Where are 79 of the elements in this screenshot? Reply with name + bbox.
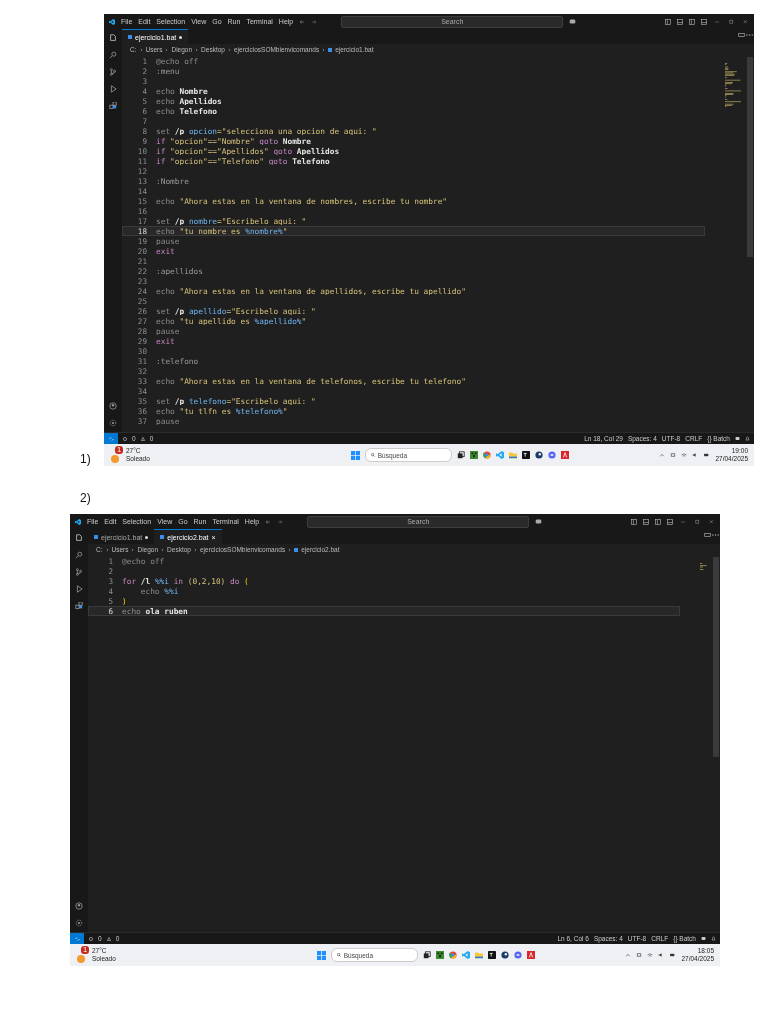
layout-icon[interactable] [667, 518, 673, 525]
wifi-icon[interactable] [681, 452, 688, 458]
file-icon [128, 35, 132, 39]
back-icon[interactable] [265, 518, 272, 525]
layout-icon[interactable] [643, 518, 649, 525]
search-icon[interactable] [75, 551, 83, 559]
pdf-icon[interactable] [560, 451, 569, 459]
warning-icon[interactable] [106, 936, 111, 941]
layout-icon[interactable] [655, 518, 661, 525]
file-icon [328, 47, 333, 52]
sun-icon [110, 452, 120, 463]
layout-icon[interactable] [701, 18, 707, 25]
warning-icon[interactable] [140, 436, 145, 441]
bell-icon[interactable] [711, 936, 716, 941]
task-view-icon[interactable] [422, 951, 431, 959]
editor-logo-icon [75, 518, 81, 525]
folder-icon[interactable] [508, 451, 517, 459]
maximize-icon[interactable] [727, 18, 735, 25]
remote-icon [74, 936, 80, 941]
branch-icon[interactable] [109, 68, 117, 76]
battery-icon[interactable] [669, 952, 677, 958]
pdf-icon[interactable] [526, 951, 535, 959]
editor-logo-icon [109, 18, 115, 25]
start-icon[interactable] [350, 450, 360, 460]
run-icon[interactable] [109, 85, 117, 93]
files-icon[interactable] [109, 34, 117, 42]
game-launcher-icon[interactable] [534, 451, 543, 459]
file-icon [160, 535, 165, 539]
battery-icon[interactable] [703, 452, 711, 458]
minimap-drawing [700, 563, 707, 571]
settings-icon[interactable] [75, 919, 83, 927]
close-icon[interactable] [741, 18, 749, 25]
search-icon [370, 453, 375, 457]
maximize-icon[interactable] [693, 518, 701, 525]
account-icon[interactable] [109, 402, 117, 410]
volume-icon[interactable] [658, 952, 665, 958]
chat-app-icon[interactable] [547, 451, 556, 459]
remote-icon [108, 436, 114, 441]
layout-icon[interactable] [677, 18, 683, 25]
figure-number: 1) [80, 452, 92, 466]
terminal-icon[interactable] [521, 451, 530, 459]
bell-icon[interactable] [745, 436, 750, 441]
search-icon [336, 953, 341, 957]
minimap-drawing [725, 63, 741, 108]
volume-icon[interactable] [692, 452, 699, 458]
back-icon[interactable] [299, 18, 306, 25]
game-icon[interactable] [435, 951, 444, 959]
network-icon[interactable] [670, 452, 677, 458]
network-icon[interactable] [636, 952, 643, 958]
files-icon[interactable] [75, 534, 83, 542]
run-icon[interactable] [75, 585, 83, 593]
browser-icon[interactable] [448, 951, 457, 959]
start-icon[interactable] [316, 950, 326, 960]
layout-icon[interactable] [665, 18, 671, 25]
close-icon[interactable] [707, 518, 715, 525]
scrollbar-thumb[interactable] [747, 57, 753, 257]
game-icon[interactable] [469, 451, 478, 459]
layout-icon[interactable] [631, 518, 637, 525]
file-icon [294, 547, 299, 552]
error-icon[interactable] [89, 936, 93, 941]
search-icon[interactable] [109, 51, 117, 59]
file-icon [94, 535, 98, 539]
layout-icon[interactable] [689, 18, 695, 25]
task-view-icon[interactable] [456, 451, 465, 459]
settings-icon[interactable] [109, 419, 117, 427]
chat-app-icon[interactable] [513, 951, 522, 959]
account-icon[interactable] [75, 902, 83, 910]
extensions-icon[interactable] [109, 102, 117, 110]
terminal-icon[interactable] [487, 951, 496, 959]
sun-icon [76, 952, 86, 963]
figure-number: 2) [80, 491, 91, 505]
scrollbar-thumb[interactable] [713, 557, 719, 757]
browser-icon[interactable] [482, 451, 491, 459]
extensions-icon[interactable] [75, 602, 83, 610]
folder-icon[interactable] [474, 951, 483, 959]
game-launcher-icon[interactable] [500, 951, 509, 959]
branch-icon[interactable] [75, 568, 83, 576]
error-icon[interactable] [123, 436, 127, 441]
wifi-icon[interactable] [647, 952, 654, 958]
